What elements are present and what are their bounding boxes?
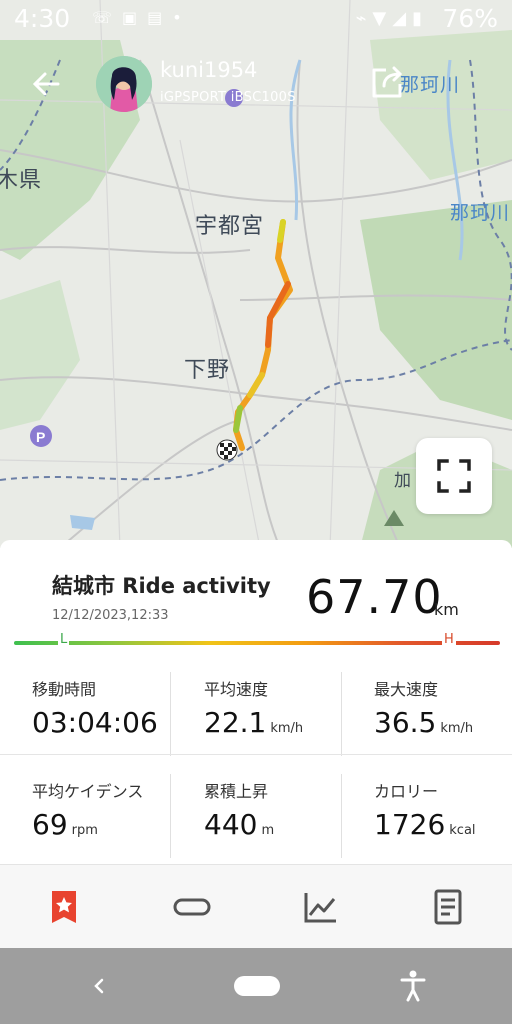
stat-unit: km/h [270, 721, 304, 736]
avatar-image [96, 56, 152, 112]
map-label-nakagawa-2: 那珂川 [450, 202, 511, 224]
cast-icon: ⌁ [355, 8, 373, 29]
speed-gradient-bar [14, 641, 500, 645]
avatar[interactable] [96, 56, 152, 112]
stat-unit: rpm [71, 823, 98, 838]
tab-details[interactable] [428, 887, 468, 927]
map-label-utsunomiya: 宇都宮 [195, 214, 265, 239]
stat-max-speed: 最大速度 36.5 km/h [374, 676, 512, 739]
stat-label: 移動時間 [32, 680, 97, 699]
status-right-icons: ⌁▼◢▮ [356, 8, 428, 29]
back-button[interactable] [28, 64, 68, 104]
activity-summary-panel: 結城市 Ride activity 12/12/2023,12:33 67.70… [0, 540, 512, 870]
device-name: iGPSPORT iBSC100S [160, 90, 296, 105]
stat-calories: カロリー 1726 kcal [374, 778, 512, 841]
stat-label: 平均ケイデンス [32, 782, 144, 801]
bookmark-star-icon [52, 891, 76, 923]
status-bar: 4:30 ☏▣▤• ⌁▼◢▮ 76% [0, 0, 512, 40]
stat-divider [341, 672, 342, 756]
wifi-calling-icon: ☏ [92, 8, 123, 27]
home-pill-icon[interactable] [234, 976, 280, 996]
gradient-low-label: L [58, 632, 70, 647]
battery-icon: ▮ [412, 8, 428, 29]
stat-label: 平均速度 [204, 680, 269, 699]
stats-row-divider [0, 754, 512, 755]
document-icon [434, 889, 462, 925]
stat-value: 69 [32, 808, 68, 841]
dot-icon: • [172, 8, 192, 27]
wifi-icon: ▼ [372, 8, 393, 29]
stat-value: 440 [204, 808, 258, 841]
activity-title: 結城市 Ride activity [52, 574, 271, 598]
svg-text:P: P [36, 429, 45, 445]
status-time: 4:30 [14, 4, 71, 33]
map-label-nakagawa: 那珂川 [400, 74, 461, 96]
parking-icon: P [30, 425, 52, 447]
stat-value: 36.5 [374, 706, 437, 739]
notification-icon: ▤ [147, 8, 173, 27]
stat-avg-cadence: 平均ケイデンス 69 rpm [32, 778, 202, 841]
stat-label: カロリー [374, 782, 439, 801]
battery-percent: 76% [442, 4, 498, 33]
bottom-tab-bar [0, 864, 512, 949]
route-map[interactable]: P 宇都宮 下野 木県 那珂川 那珂川 加 4:30 ☏▣▤• ⌁▼◢▮ 76% [0, 0, 512, 548]
stat-value: 03:04:06 [32, 706, 158, 739]
stat-unit: km/h [440, 721, 474, 736]
stat-elevation-gain: 累積上昇 440 m [204, 778, 374, 841]
signal-icon: ◢ [392, 8, 413, 29]
share-icon [372, 66, 403, 98]
map-label-prefecture: 木県 [0, 168, 43, 193]
stat-label: 最大速度 [374, 680, 439, 699]
chart-line-icon [304, 893, 336, 923]
stat-avg-speed: 平均速度 22.1 km/h [204, 676, 374, 739]
gradient-high-label: H [442, 632, 456, 647]
map-label-shimotsuke: 下野 [184, 358, 231, 383]
back-icon[interactable] [86, 972, 112, 1000]
status-left-icons: ☏▣▤• [92, 8, 192, 27]
tab-chart[interactable] [300, 887, 340, 927]
tab-route[interactable] [172, 887, 212, 927]
stat-unit: kcal [449, 823, 476, 838]
stat-value: 22.1 [204, 706, 267, 739]
tab-bookmark[interactable] [44, 887, 84, 927]
stat-label: 累積上昇 [204, 782, 269, 801]
username[interactable]: kuni1954 [160, 58, 257, 82]
activity-date: 12/12/2023,12:33 [52, 608, 169, 623]
share-button[interactable] [368, 62, 408, 102]
stat-moving-time: 移動時間 03:04:06 [32, 676, 202, 739]
back-arrow-icon [32, 72, 60, 96]
system-nav-bar [0, 948, 512, 1024]
stat-divider [170, 774, 171, 858]
stat-divider [341, 774, 342, 858]
activity-distance-unit: km [434, 600, 459, 619]
finish-flag-icon [216, 439, 238, 461]
stat-unit: m [261, 823, 275, 838]
activity-distance: 67.70 [306, 570, 443, 624]
stat-value: 1726 [374, 808, 446, 841]
map-label-ka: 加 [394, 471, 412, 491]
fullscreen-button[interactable] [416, 438, 492, 514]
route-loop-icon [173, 898, 211, 916]
fullscreen-icon [437, 459, 471, 493]
stat-divider [170, 672, 171, 756]
phone-app-icon: ▣ [122, 8, 148, 27]
accessibility-icon[interactable] [398, 968, 428, 1002]
